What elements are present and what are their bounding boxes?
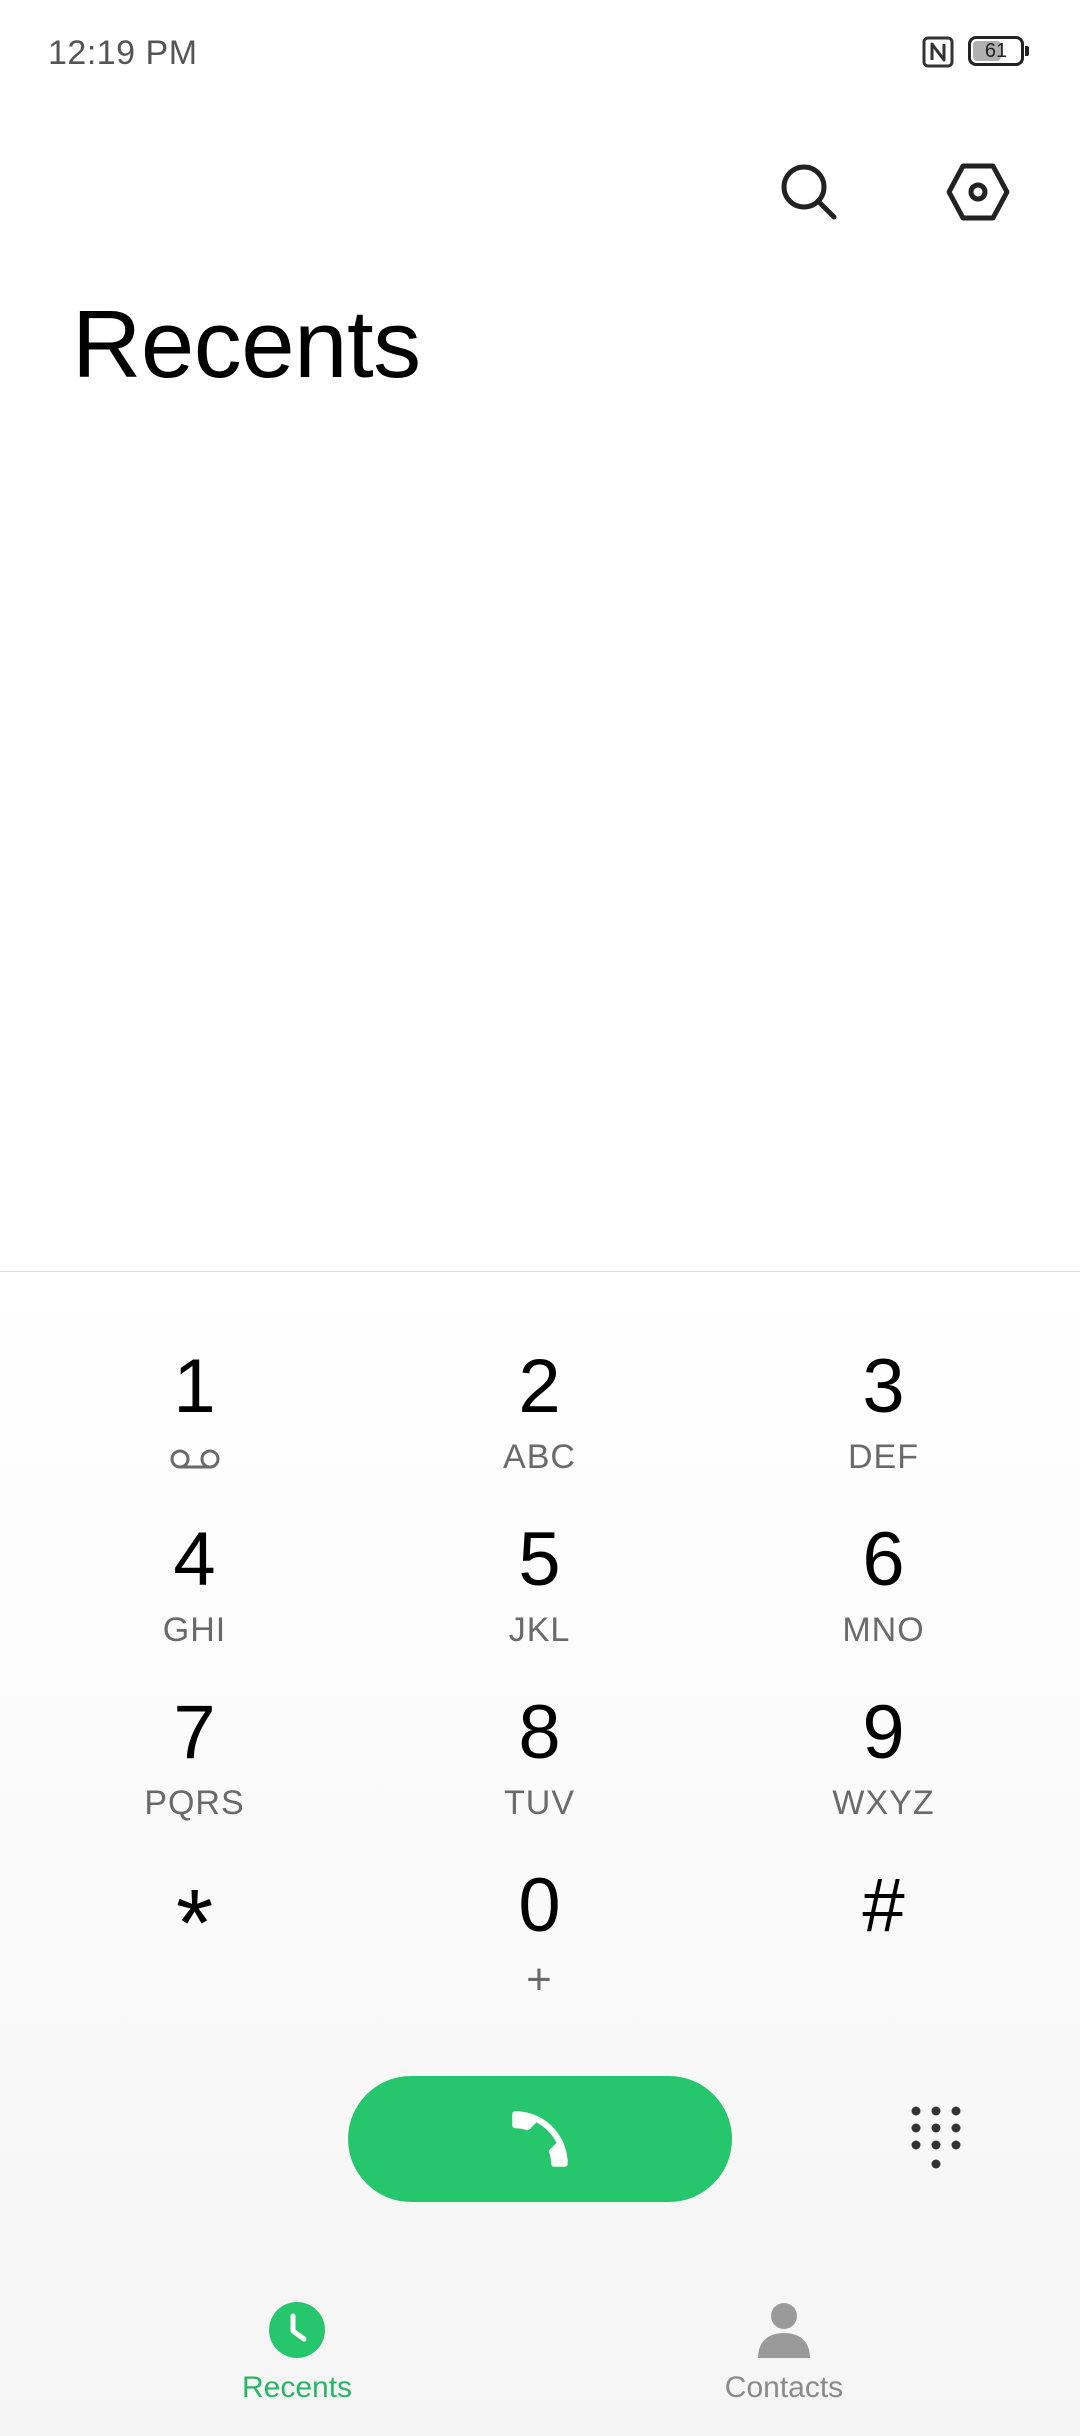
dialpad-toggle-button[interactable] xyxy=(896,2100,976,2180)
dialpad-key-5[interactable]: 5 JKL xyxy=(367,1444,712,1649)
dialpad-key-1[interactable]: 1 xyxy=(22,1271,367,1469)
key-digit: 6 xyxy=(862,1517,905,1602)
key-digit: 2 xyxy=(518,1344,561,1429)
key-digit: # xyxy=(862,1863,905,1948)
dialpad-key-8[interactable]: 8 TUV xyxy=(367,1617,712,1822)
dialpad-key-4[interactable]: 4 GHI xyxy=(22,1444,367,1649)
nav-label-recents: Recents xyxy=(241,2371,353,2404)
call-button[interactable] xyxy=(348,2076,732,2202)
dialpad-key-2[interactable]: 2 ABC xyxy=(367,1271,712,1476)
page-title: Recents xyxy=(72,291,421,398)
search-icon xyxy=(781,164,837,220)
key-digit: * xyxy=(175,1870,214,1977)
key-letters: + xyxy=(526,1955,553,2004)
nfc-icon xyxy=(922,36,954,68)
settings-hexagon-icon xyxy=(946,163,1010,221)
person-icon xyxy=(758,2303,810,2358)
bottom-navigation: Recents Contacts xyxy=(0,2260,1080,2436)
dialpad-key-star[interactable]: * xyxy=(22,1790,367,1977)
dialpad-key-hash[interactable]: # xyxy=(711,1790,1056,1960)
nav-tab-contacts[interactable]: Contacts xyxy=(654,2300,914,2420)
search-button[interactable] xyxy=(769,152,849,232)
key-digit: 9 xyxy=(862,1690,905,1775)
key-digit: 7 xyxy=(173,1690,216,1775)
dialpad-icon xyxy=(911,2106,961,2169)
key-digit: 1 xyxy=(173,1344,216,1429)
key-digit: 5 xyxy=(518,1517,561,1602)
dialpad-key-3[interactable]: 3 DEF xyxy=(711,1271,1056,1476)
key-digit: 0 xyxy=(518,1863,561,1948)
nav-label-contacts: Contacts xyxy=(724,2371,844,2404)
key-digit: 3 xyxy=(862,1344,905,1429)
status-bar: 12:19 PM 61 xyxy=(0,0,1080,110)
key-digit: 8 xyxy=(518,1690,561,1775)
settings-button[interactable] xyxy=(938,152,1018,232)
phone-icon xyxy=(512,2111,568,2167)
clock-icon xyxy=(269,2302,325,2358)
key-digit: 4 xyxy=(173,1517,216,1602)
nav-tab-recents[interactable]: Recents xyxy=(167,2300,427,2420)
dialpad-key-6[interactable]: 6 MNO xyxy=(711,1444,1056,1649)
battery-level: 61 xyxy=(984,40,1008,62)
dialpad-key-0[interactable]: 0 + xyxy=(367,1790,712,2002)
dialpad-key-9[interactable]: 9 WXYZ xyxy=(711,1617,1056,1822)
status-time: 12:19 PM xyxy=(48,34,198,72)
dialer-screen: 12:19 PM 61 Recents 1 2 ABC 3 DEF 4 GHI … xyxy=(0,0,1080,2436)
dialpad-key-7[interactable]: 7 PQRS xyxy=(22,1617,367,1822)
battery-icon: 61 xyxy=(968,36,1030,68)
recents-list xyxy=(0,440,1080,1270)
battery-tip xyxy=(1025,46,1029,56)
